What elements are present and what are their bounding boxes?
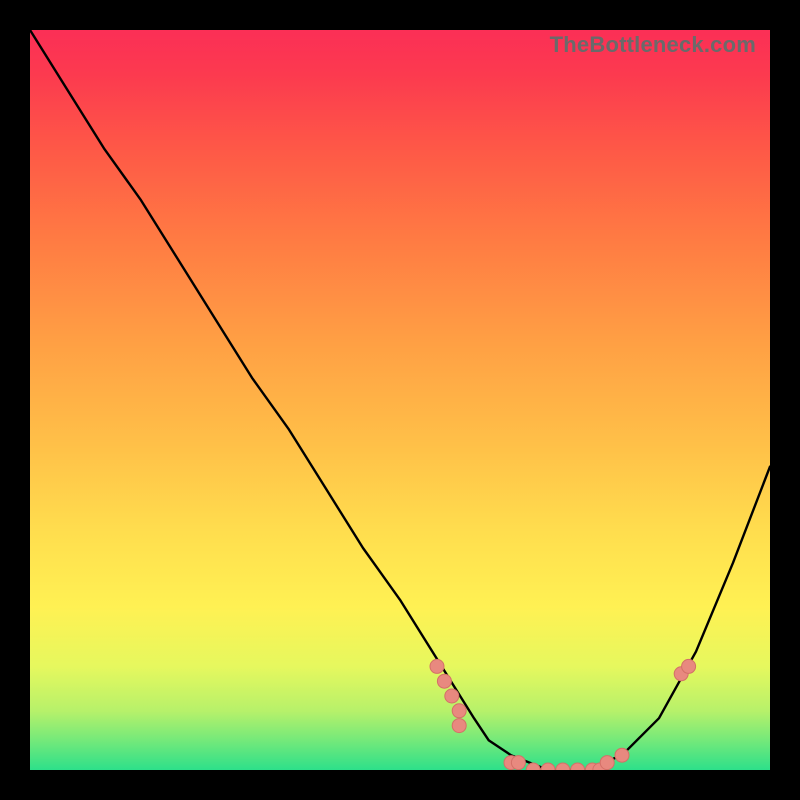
data-marker [556, 763, 570, 770]
data-marker [615, 748, 629, 762]
data-marker [571, 763, 585, 770]
chart-container: TheBottleneck.com [0, 0, 800, 800]
data-marker [541, 763, 555, 770]
data-marker [430, 659, 444, 673]
data-marker [682, 659, 696, 673]
data-marker [437, 674, 451, 688]
plot-area: TheBottleneck.com [30, 30, 770, 770]
data-marker [526, 763, 540, 770]
data-marker [600, 756, 614, 770]
data-marker [511, 756, 525, 770]
data-marker [452, 704, 466, 718]
data-markers [430, 659, 696, 770]
data-marker [445, 689, 459, 703]
bottleneck-curve [30, 30, 770, 770]
data-marker [452, 719, 466, 733]
chart-svg [30, 30, 770, 770]
